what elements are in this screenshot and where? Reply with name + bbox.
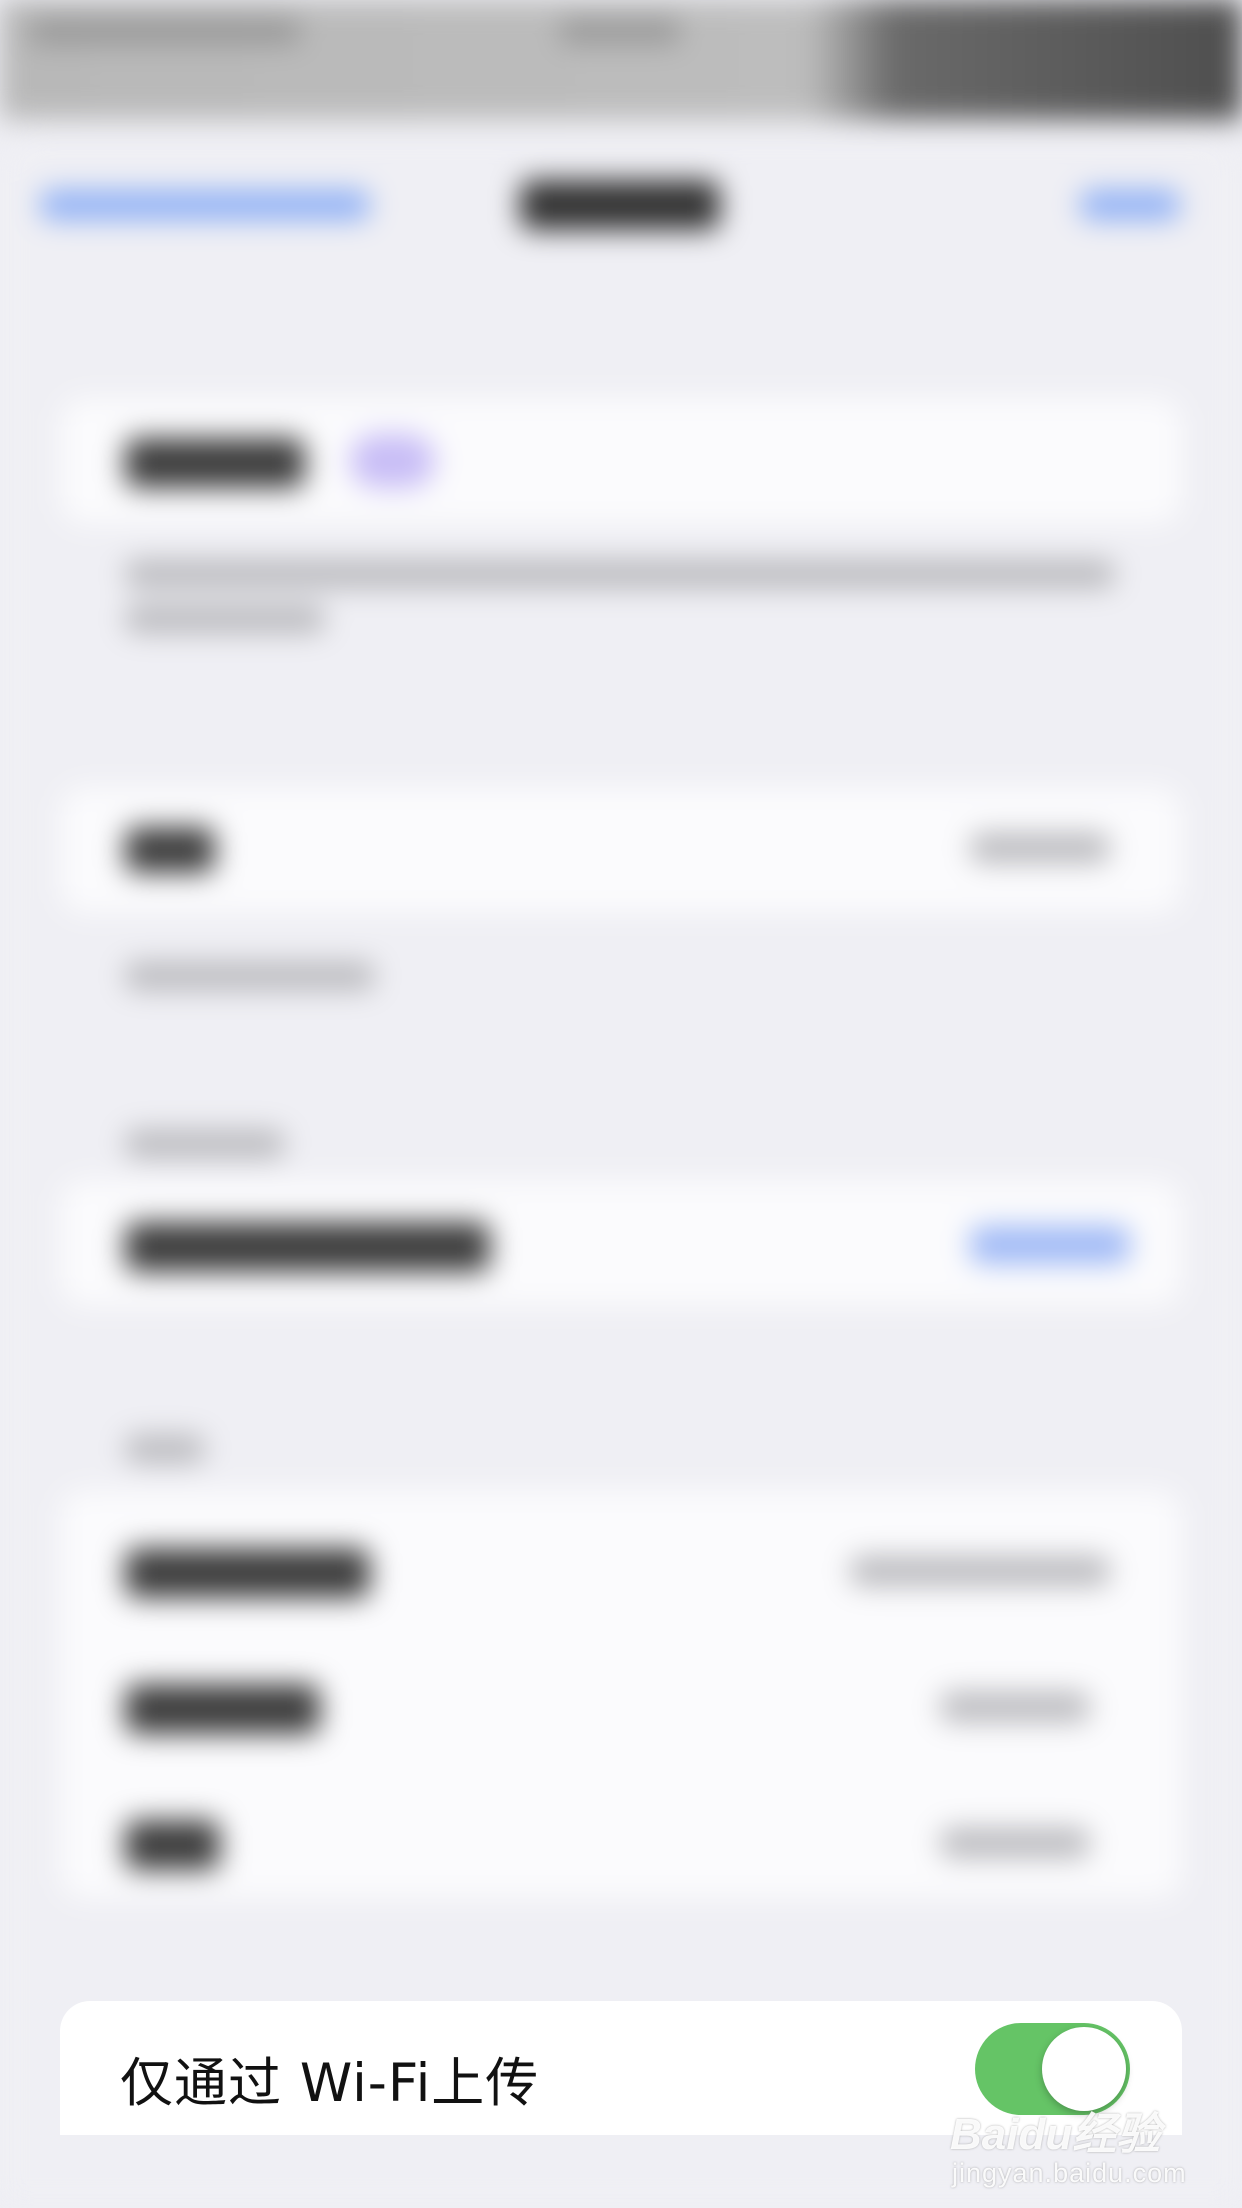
settings-group-1	[60, 398, 1182, 524]
status-bar	[0, 0, 1242, 120]
watermark-url: jingyan.baidu.com	[952, 2158, 1187, 2188]
settings-sheet	[0, 130, 1242, 2208]
wifi-only-upload-label: 仅通过 Wi-Fi上传	[120, 2053, 540, 2114]
baidu-jingyan-watermark: Baidu经验 jingyan.baidu.com	[950, 2098, 1190, 2198]
page-title	[520, 180, 720, 230]
back-button[interactable]	[40, 190, 370, 220]
blurred-background	[0, 0, 1242, 2208]
done-button[interactable]	[1080, 190, 1180, 220]
watermark-logo: Baidu经验	[950, 2110, 1161, 2159]
settings-group-2	[60, 787, 1182, 913]
settings-group-3	[60, 1180, 1182, 1306]
settings-group-4	[60, 1490, 1182, 1898]
